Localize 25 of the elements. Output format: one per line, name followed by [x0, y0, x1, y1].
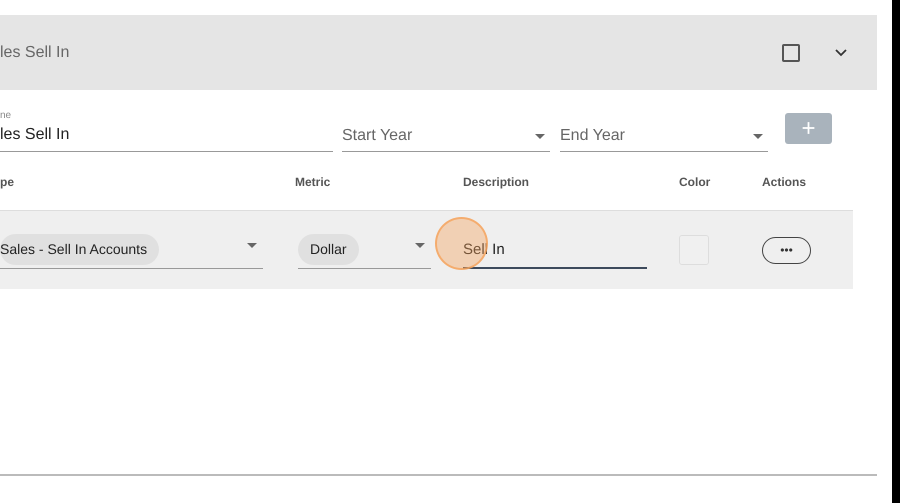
more-options-button[interactable]: •••: [762, 236, 811, 264]
column-header: Actions: [762, 174, 806, 191]
column-header: Metric: [295, 174, 332, 191]
type-select[interactable]: Sales - Sell In Accounts: [0, 232, 263, 268]
panel-title: les Sell In: [0, 42, 70, 62]
description-field[interactable]: Sell In: [463, 232, 647, 268]
checkbox[interactable]: [782, 44, 800, 62]
chevron-down-icon[interactable]: [835, 48, 847, 56]
dropdown-caret-icon: [415, 243, 425, 248]
click-indicator: [435, 217, 488, 270]
dropdown-caret-icon: [247, 243, 257, 248]
panel-header[interactable]: les Sell In: [0, 15, 877, 90]
chip: Sales - Sell In Accounts: [0, 234, 160, 265]
dropdown-caret-icon: [535, 134, 545, 138]
start-year-select[interactable]: Start Year: [342, 124, 550, 152]
column-header: pe: [0, 174, 16, 191]
field-label: ne: [0, 110, 12, 122]
name-field[interactable]: ne les Sell In: [0, 110, 333, 152]
field-value: les Sell In: [0, 125, 70, 145]
dropdown-caret-icon: [753, 134, 763, 138]
column-header: Description: [463, 174, 530, 191]
end-year-select[interactable]: End Year: [560, 124, 768, 152]
chip: Dollar: [298, 234, 359, 265]
column-header: Color: [679, 174, 712, 191]
metric-select[interactable]: Dollar: [298, 232, 431, 268]
